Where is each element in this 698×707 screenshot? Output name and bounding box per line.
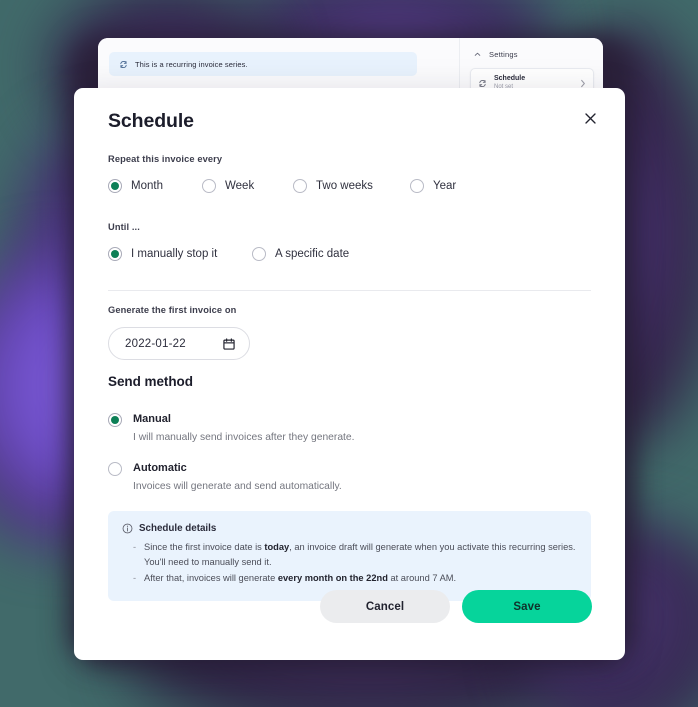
send-method-title: Send method bbox=[108, 374, 193, 389]
first-invoice-date-value: 2022-01-22 bbox=[125, 337, 186, 350]
radio-indicator-specific-date bbox=[252, 247, 266, 261]
save-button[interactable]: Save bbox=[462, 590, 592, 623]
recurring-icon bbox=[119, 60, 128, 69]
first-invoice-label: Generate the first invoice on bbox=[108, 305, 237, 315]
radio-label-year: Year bbox=[433, 180, 457, 192]
radio-indicator-month bbox=[108, 179, 122, 193]
chevron-right-icon bbox=[580, 79, 586, 88]
radio-label-specific-date: A specific date bbox=[275, 248, 350, 260]
radio-option-specific-date[interactable]: A specific date bbox=[252, 247, 349, 261]
radio-label-two-weeks: Two weeks bbox=[316, 180, 373, 192]
radio-option-two-weeks[interactable]: Two weeks bbox=[293, 179, 410, 193]
radio-option-week[interactable]: Week bbox=[202, 179, 293, 193]
calendar-icon[interactable] bbox=[222, 337, 236, 351]
until-label: Until ... bbox=[108, 222, 140, 232]
sidebar-item-schedule-title: Schedule bbox=[494, 74, 526, 82]
repeat-frequency-group: Repeat this invoice every Month Week Two… bbox=[108, 154, 456, 193]
send-option-manual-description: I will manually send invoices after they… bbox=[133, 431, 355, 443]
modal-title: Schedule bbox=[108, 110, 194, 132]
radio-indicator-two-weeks bbox=[293, 179, 307, 193]
send-option-automatic[interactable]: Automatic Invoices will generate and sen… bbox=[108, 461, 355, 495]
recurring-series-banner: This is a recurring invoice series. bbox=[109, 52, 417, 76]
radio-option-year[interactable]: Year bbox=[410, 179, 456, 193]
send-option-automatic-description: Invoices will generate and send automati… bbox=[133, 480, 342, 492]
send-method-group: Send method Manual I will manually send … bbox=[108, 374, 355, 495]
bullet-1-pre: Since the first invoice date is bbox=[144, 542, 265, 552]
close-icon[interactable] bbox=[577, 105, 603, 131]
cancel-button[interactable]: Cancel bbox=[320, 590, 450, 623]
info-icon bbox=[122, 523, 133, 534]
radio-label-week: Week bbox=[225, 180, 255, 192]
radio-label-month: Month bbox=[131, 180, 163, 192]
until-group: Until ... I manually stop it A specific … bbox=[108, 222, 349, 261]
chevron-up-icon bbox=[474, 51, 481, 58]
radio-indicator-week bbox=[202, 179, 216, 193]
recurring-series-banner-text: This is a recurring invoice series. bbox=[135, 59, 248, 69]
section-divider bbox=[108, 290, 591, 291]
send-option-automatic-name: Automatic bbox=[133, 461, 187, 474]
schedule-details-header: Schedule details bbox=[122, 523, 577, 534]
repeat-frequency-label: Repeat this invoice every bbox=[108, 154, 223, 164]
radio-indicator-manual-stop bbox=[108, 247, 122, 261]
bullet-2-bold: every month on the 22nd bbox=[277, 573, 388, 584]
first-invoice-group: Generate the first invoice on 2022-01-22 bbox=[108, 305, 250, 360]
first-invoice-date-input[interactable]: 2022-01-22 bbox=[108, 327, 250, 360]
send-option-manual[interactable]: Manual I will manually send invoices aft… bbox=[108, 412, 355, 446]
bullet-2-pre: After that, invoices will generate bbox=[144, 573, 278, 584]
send-option-manual-name: Manual bbox=[133, 413, 171, 425]
screenshot-stage: This is a recurring invoice series. Sett… bbox=[0, 0, 698, 707]
bullet-1-bold: today bbox=[264, 542, 290, 552]
sidebar-section-label: Settings bbox=[489, 50, 518, 59]
schedule-details-box: Schedule details Since the first invoice… bbox=[108, 511, 591, 602]
bullet-2-post: at around 7 AM. bbox=[387, 573, 457, 584]
recurring-icon bbox=[478, 79, 487, 88]
radio-indicator-year bbox=[410, 179, 424, 193]
schedule-details-bullet: After that, invoices will generate every… bbox=[133, 571, 577, 586]
sidebar-section-settings[interactable]: Settings bbox=[470, 50, 594, 59]
schedule-modal: Schedule Repeat this invoice every Month… bbox=[74, 88, 625, 660]
schedule-details-title: Schedule details bbox=[139, 523, 217, 534]
radio-option-month[interactable]: Month bbox=[108, 179, 202, 193]
radio-option-manual-stop[interactable]: I manually stop it bbox=[108, 247, 252, 261]
radio-indicator-automatic bbox=[108, 461, 122, 476]
radio-label-manual-stop: I manually stop it bbox=[131, 248, 218, 260]
radio-indicator-manual bbox=[108, 413, 122, 427]
schedule-details-bullet: Since the first invoice date is today, a… bbox=[133, 540, 577, 569]
schedule-details-list: Since the first invoice date is today, a… bbox=[133, 540, 577, 586]
